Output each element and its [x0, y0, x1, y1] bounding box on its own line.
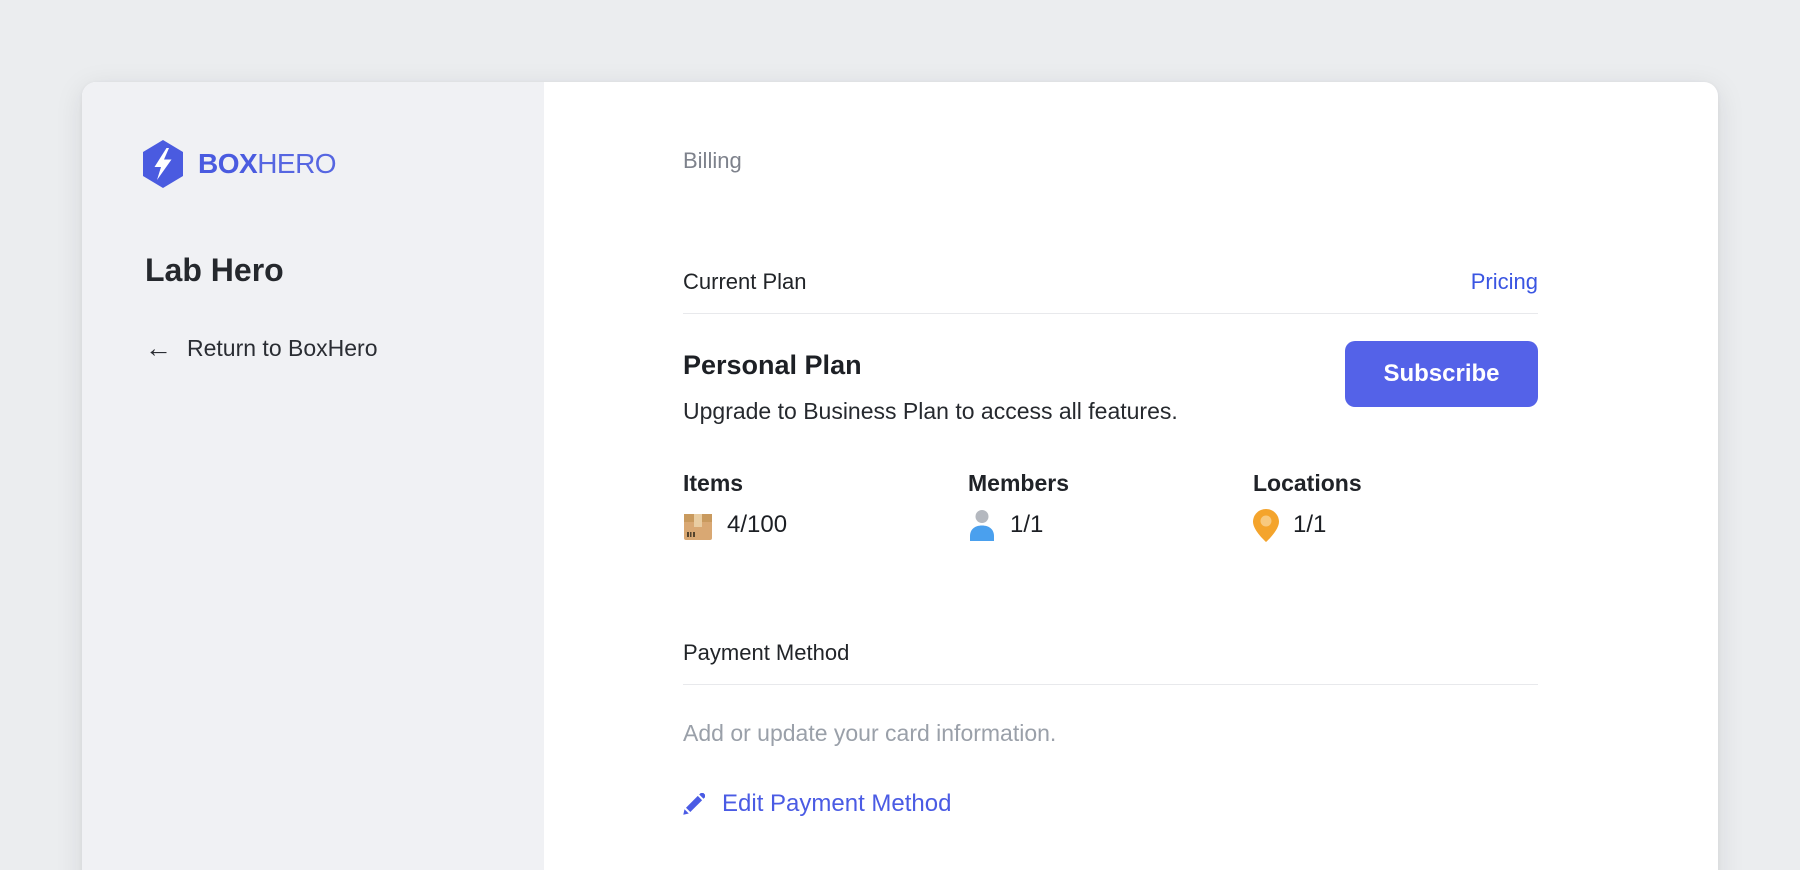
stat-members: Members 1/1: [968, 469, 1253, 541]
boxhero-logo[interactable]: BOXHERO: [143, 140, 544, 188]
divider: [683, 684, 1538, 685]
stat-members-label: Members: [968, 469, 1253, 497]
boxhero-hexagon-icon: [143, 140, 183, 188]
stat-locations-value: 1/1: [1293, 511, 1326, 539]
stat-items-value: 4/100: [727, 511, 787, 539]
stat-items: Items 4/100: [683, 469, 968, 541]
edit-payment-method-link[interactable]: Edit Payment Method: [683, 790, 951, 818]
box-icon: [683, 509, 713, 541]
sidebar: BOXHERO Lab Hero ← Return to BoxHero: [82, 82, 544, 870]
pencil-icon: [683, 793, 705, 815]
pricing-link[interactable]: Pricing: [1471, 269, 1538, 295]
current-plan-title: Current Plan: [683, 269, 807, 295]
payment-method-title: Payment Method: [683, 640, 849, 666]
return-to-boxhero-link[interactable]: ← Return to BoxHero: [145, 335, 377, 362]
stat-locations-label: Locations: [1253, 469, 1362, 497]
return-link-label: Return to BoxHero: [187, 335, 377, 362]
stat-items-label: Items: [683, 469, 968, 497]
current-plan-section-header: Current Plan Pricing: [683, 267, 1538, 297]
stat-members-value: 1/1: [1010, 511, 1043, 539]
payment-method-description: Add or update your card information.: [683, 718, 1538, 748]
stat-locations: Locations 1/1: [1253, 469, 1362, 541]
payment-method-section-header: Payment Method: [683, 638, 1538, 668]
workspace-name: Lab Hero: [145, 252, 544, 289]
edit-payment-method-label: Edit Payment Method: [722, 790, 951, 818]
subscribe-button[interactable]: Subscribe: [1345, 341, 1538, 407]
app-window: BOXHERO Lab Hero ← Return to BoxHero Bil…: [82, 82, 1718, 870]
main-content: Billing Current Plan Pricing Personal Pl…: [544, 82, 1718, 870]
divider: [683, 313, 1538, 314]
page-title: Billing: [683, 147, 1538, 174]
brand-wordmark: BOXHERO: [198, 148, 336, 180]
plan-stats-row: Items 4/100: [683, 469, 1538, 541]
arrow-left-icon: ←: [145, 335, 172, 362]
person-icon: [968, 509, 996, 541]
pin-icon: [1253, 509, 1279, 542]
